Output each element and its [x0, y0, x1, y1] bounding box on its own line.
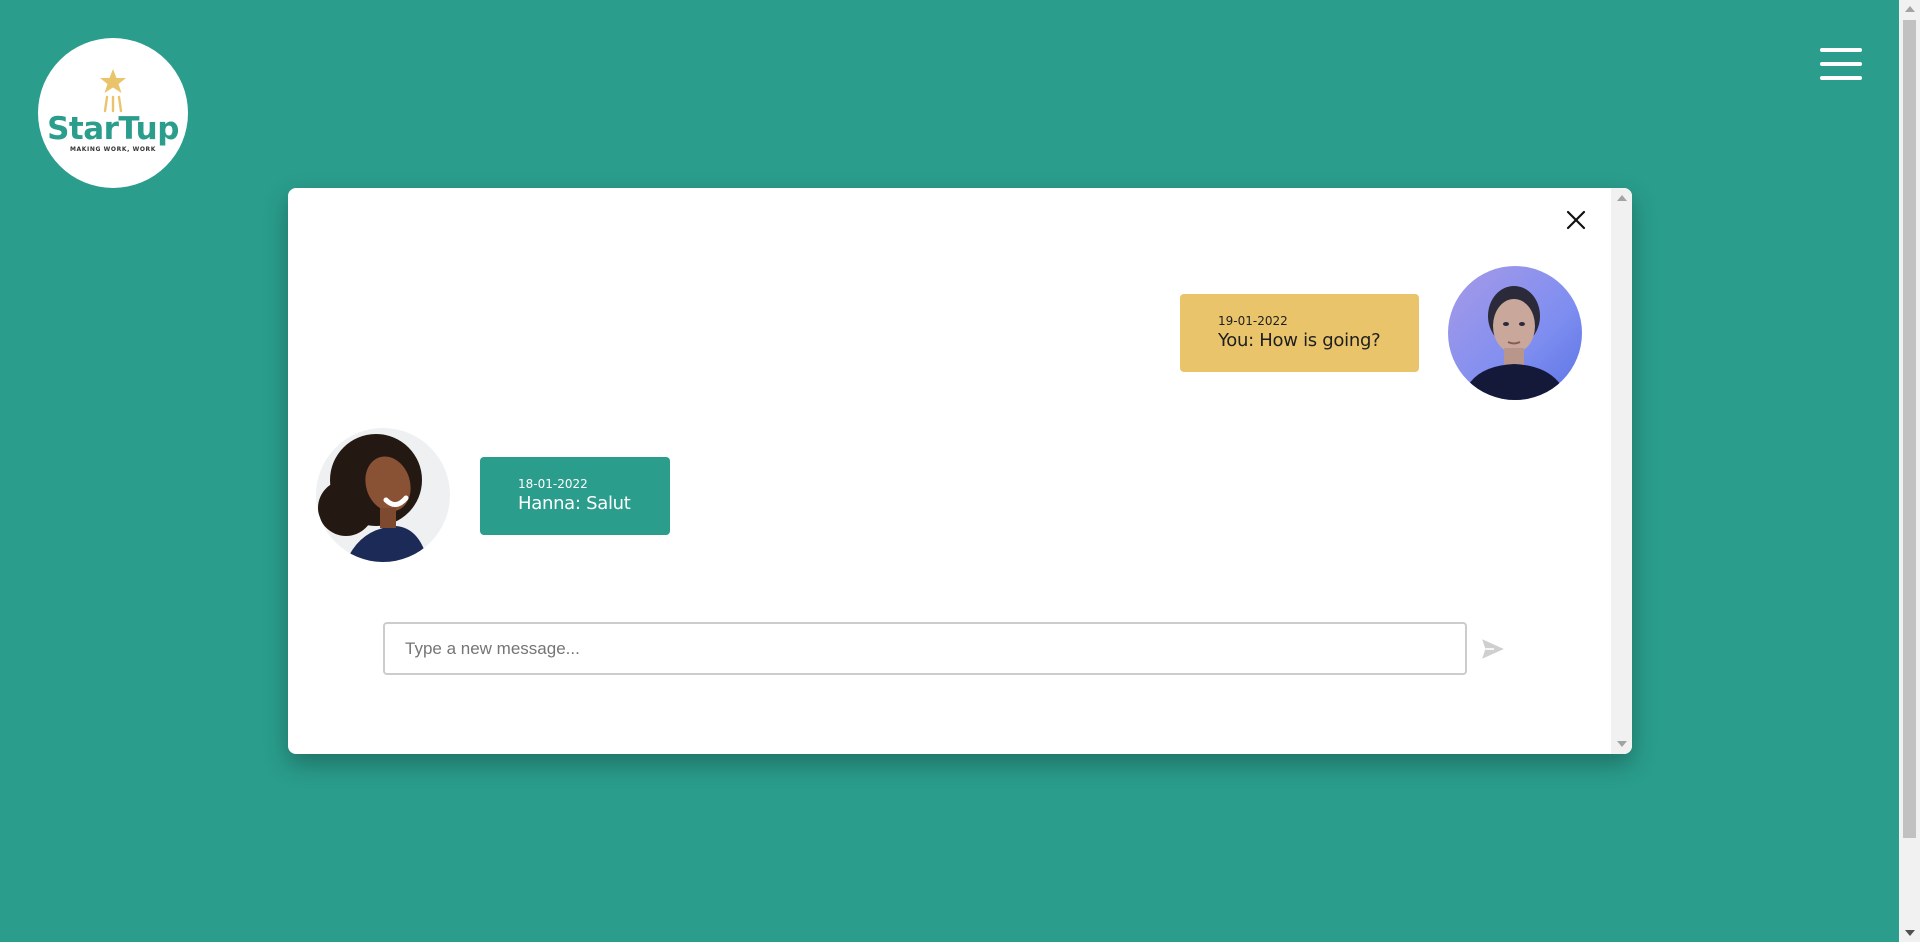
send-icon[interactable] — [1480, 636, 1506, 662]
scroll-up-arrow-icon[interactable] — [1905, 6, 1915, 12]
message-text: You: How is going? — [1218, 330, 1381, 351]
hamburger-menu-icon[interactable] — [1820, 48, 1862, 80]
menu-line — [1820, 62, 1862, 66]
avatar-you — [1448, 266, 1582, 400]
chat-scrollbar[interactable] — [1611, 188, 1632, 754]
message-text: Hanna: Salut — [518, 493, 631, 514]
message-date: 18-01-2022 — [518, 477, 588, 491]
close-icon[interactable] — [1564, 208, 1588, 232]
scroll-up-arrow-icon[interactable] — [1617, 195, 1627, 201]
star-logo-icon — [100, 69, 126, 113]
message-date: 19-01-2022 — [1218, 314, 1288, 328]
logo-tagline: MAKING WORK, WORK — [69, 146, 157, 153]
user-portrait-icon — [316, 428, 450, 562]
logo[interactable]: StarTup MAKING WORK, WORK — [38, 38, 188, 188]
message-bubble-hanna: 18-01-2022 Hanna: Salut — [480, 457, 670, 535]
page-scrollbar[interactable] — [1899, 0, 1920, 942]
logo-name: StarTup — [47, 111, 179, 147]
chat-modal: 19-01-2022 You: How is going? 18-01-2022… — [288, 188, 1632, 754]
scroll-down-arrow-icon[interactable] — [1905, 930, 1915, 936]
menu-line — [1820, 48, 1862, 52]
user-portrait-icon — [1448, 266, 1582, 400]
avatar-hanna — [316, 428, 450, 562]
scroll-down-arrow-icon[interactable] — [1617, 741, 1627, 747]
menu-line — [1820, 76, 1862, 80]
message-bubble-you: 19-01-2022 You: How is going? — [1180, 294, 1419, 372]
scrollbar-thumb[interactable] — [1903, 20, 1916, 838]
message-input[interactable] — [383, 622, 1467, 675]
